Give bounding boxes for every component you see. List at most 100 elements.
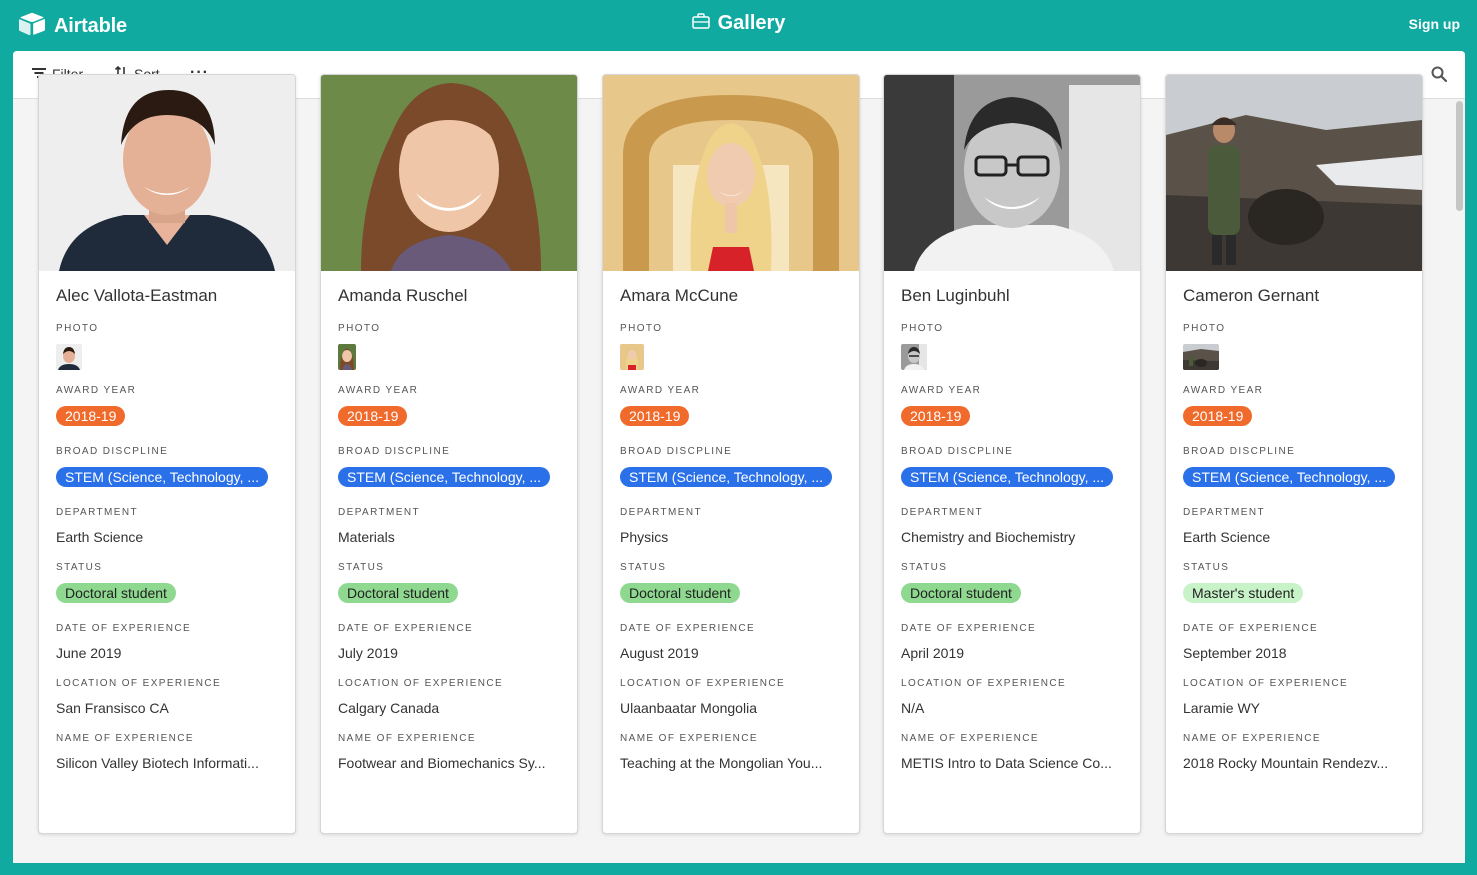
experience-label: NAME OF EXPERIENCE [620, 733, 758, 744]
photo-label: PHOTO [56, 323, 99, 334]
date-value: June 2019 [56, 645, 122, 661]
experience-label: NAME OF EXPERIENCE [901, 733, 1039, 744]
record-title: Amara McCune [620, 286, 739, 305]
discipline-label: BROAD DISCPLINE [620, 446, 733, 457]
department-label: DEPARTMENT [1183, 507, 1265, 518]
department-label: DEPARTMENT [56, 507, 138, 518]
photo-thumbnail[interactable] [1183, 344, 1219, 370]
record-title: Cameron Gernant [1183, 286, 1320, 305]
date-label: DATE OF EXPERIENCE [56, 623, 192, 634]
date-value: April 2019 [901, 645, 965, 661]
experience-label: NAME OF EXPERIENCE [338, 733, 476, 744]
record-card[interactable]: Amanda Ruschel PHOTO AWARD YEAR 2018-19 … [320, 74, 578, 834]
award-year-pill: 2018-19 [338, 406, 408, 426]
top-bar: Airtable Gallery Sign up [0, 0, 1477, 50]
status-pill: Doctoral student [338, 583, 458, 603]
photo-label: PHOTO [901, 323, 944, 334]
department-value: Earth Science [56, 529, 144, 545]
award-year-label: AWARD YEAR [1183, 385, 1264, 396]
cover-photo [884, 75, 1140, 271]
department-label: DEPARTMENT [338, 507, 420, 518]
department-value: Chemistry and Biochemistry [901, 529, 1076, 545]
date-value: July 2019 [338, 645, 398, 661]
experience-value: Silicon Valley Biotech Informati... [56, 755, 259, 771]
department-value: Materials [338, 529, 395, 545]
discipline-label: BROAD DISCPLINE [56, 446, 169, 457]
experience-value: Teaching at the Mongolian You... [620, 755, 823, 771]
location-value: Calgary Canada [338, 700, 440, 716]
photo-thumbnail[interactable] [901, 344, 927, 370]
discipline-pill: STEM (Science, Technology, ... [338, 467, 551, 487]
discipline-pill: STEM (Science, Technology, ... [56, 467, 269, 487]
experience-label: NAME OF EXPERIENCE [56, 733, 194, 744]
department-value: Physics [620, 529, 669, 545]
experience-value: 2018 Rocky Mountain Rendezv... [1183, 755, 1389, 771]
record-card[interactable]: Cameron Gernant PHOTO AWARD YEAR 2018-19… [1165, 74, 1423, 834]
status-label: STATUS [1183, 562, 1230, 573]
experience-label: NAME OF EXPERIENCE [1183, 733, 1321, 744]
location-value: N/A [901, 700, 925, 716]
record-card[interactable]: Amara McCune PHOTO AWARD YEAR 2018-19 BR… [602, 74, 860, 834]
date-label: DATE OF EXPERIENCE [901, 623, 1037, 634]
location-label: LOCATION OF EXPERIENCE [56, 678, 222, 689]
status-pill: Master's student [1183, 583, 1304, 603]
discipline-pill: STEM (Science, Technology, ... [901, 467, 1114, 487]
date-value: September 2018 [1183, 645, 1287, 661]
location-label: LOCATION OF EXPERIENCE [901, 678, 1067, 689]
status-label: STATUS [56, 562, 103, 573]
department-label: DEPARTMENT [901, 507, 983, 518]
location-value: San Fransisco CA [56, 700, 169, 716]
status-label: STATUS [620, 562, 667, 573]
award-year-pill: 2018-19 [56, 406, 126, 426]
department-value: Earth Science [1183, 529, 1271, 545]
record-title: Ben Luginbuhl [901, 286, 1010, 305]
discipline-pill: STEM (Science, Technology, ... [1183, 467, 1396, 487]
cover-photo [1166, 75, 1422, 271]
award-year-pill: 2018-19 [620, 406, 690, 426]
record-card[interactable]: Ben Luginbuhl PHOTO AWARD YEAR 2018-19 B… [883, 74, 1141, 834]
photo-thumbnail[interactable] [338, 344, 356, 370]
discipline-pill: STEM (Science, Technology, ... [620, 467, 833, 487]
record-title: Alec Vallota-Eastman [56, 286, 218, 305]
status-pill: Doctoral student [901, 583, 1021, 603]
photo-thumbnail[interactable] [620, 344, 644, 370]
search-icon [1431, 66, 1448, 86]
record-title: Amanda Ruschel [338, 286, 468, 305]
date-value: August 2019 [620, 645, 699, 661]
view-title: Gallery [0, 12, 1477, 35]
search-button[interactable] [1431, 66, 1448, 87]
sign-up-link[interactable]: Sign up [1409, 16, 1460, 32]
location-label: LOCATION OF EXPERIENCE [620, 678, 786, 689]
experience-value: Footwear and Biomechanics Sy... [338, 755, 546, 771]
status-pill: Doctoral student [56, 583, 176, 603]
award-year-pill: 2018-19 [901, 406, 971, 426]
experience-value: METIS Intro to Data Science Co... [901, 755, 1112, 771]
photo-label: PHOTO [338, 323, 381, 334]
cover-photo [39, 75, 295, 271]
award-year-label: AWARD YEAR [620, 385, 701, 396]
photo-label: PHOTO [620, 323, 663, 334]
record-card[interactable]: Alec Vallota-Eastman PHOTO AWARD YEAR 20… [38, 74, 296, 834]
date-label: DATE OF EXPERIENCE [338, 623, 474, 634]
vertical-scrollbar[interactable] [1456, 101, 1463, 211]
date-label: DATE OF EXPERIENCE [620, 623, 756, 634]
award-year-label: AWARD YEAR [901, 385, 982, 396]
cover-photo [321, 75, 577, 271]
award-year-label: AWARD YEAR [56, 385, 137, 396]
discipline-label: BROAD DISCPLINE [901, 446, 1014, 457]
award-year-pill: 2018-19 [1183, 406, 1253, 426]
location-value: Ulaanbaatar Mongolia [620, 700, 757, 716]
photo-label: PHOTO [1183, 323, 1226, 334]
status-pill: Doctoral student [620, 583, 740, 603]
discipline-label: BROAD DISCPLINE [338, 446, 451, 457]
cover-photo [603, 75, 859, 271]
view-title-text: Gallery [717, 12, 786, 34]
photo-thumbnail[interactable] [56, 344, 82, 370]
award-year-label: AWARD YEAR [338, 385, 419, 396]
date-label: DATE OF EXPERIENCE [1183, 623, 1319, 634]
status-label: STATUS [901, 562, 948, 573]
location-value: Laramie WY [1183, 700, 1261, 716]
briefcase-icon [691, 13, 710, 34]
discipline-label: BROAD DISCPLINE [1183, 446, 1296, 457]
location-label: LOCATION OF EXPERIENCE [338, 678, 504, 689]
